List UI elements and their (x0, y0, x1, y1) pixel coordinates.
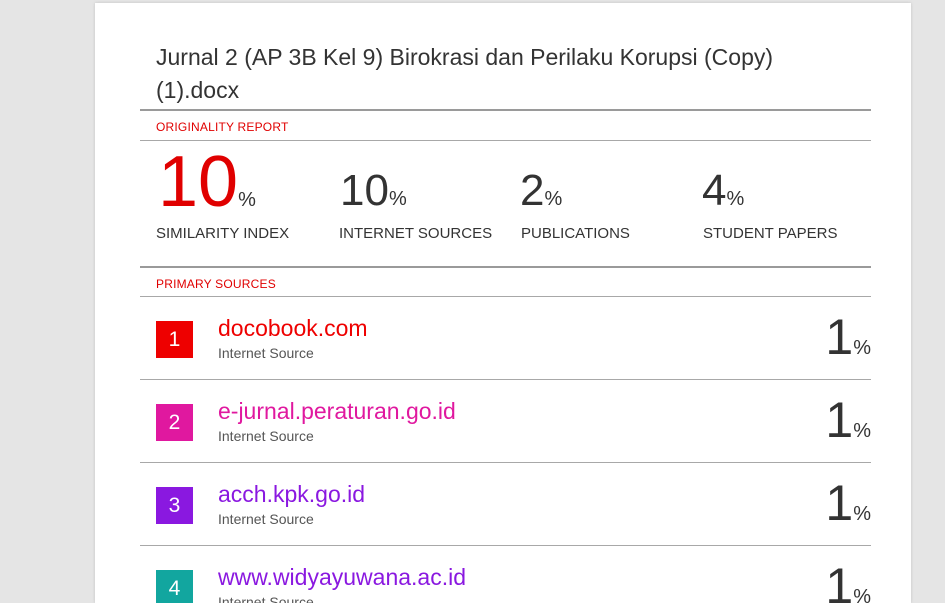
source-type: Internet Source (218, 345, 314, 361)
source-rank-badge: 1 (156, 321, 193, 358)
source-row[interactable]: 2 e-jurnal.peraturan.go.id Internet Sour… (140, 380, 871, 462)
source-type: Internet Source (218, 594, 314, 603)
publications-label: PUBLICATIONS (521, 225, 630, 242)
document-title-line-1: Jurnal 2 (AP 3B Kel 9) Birokrasi dan Per… (156, 44, 774, 70)
source-domain-link[interactable]: docobook.com (218, 314, 368, 342)
source-percent-value: 1 (825, 392, 854, 448)
document-title-line-2: (1).docx (156, 77, 240, 103)
source-percent-unit: % (853, 503, 871, 525)
internet-sources-label: INTERNET SOURCES (339, 225, 493, 242)
source-row[interactable]: 4 www.widyayuwana.ac.id Internet Source … (140, 546, 871, 603)
student-papers-stat: 4% (702, 166, 744, 216)
document-title: Jurnal 2 (AP 3B Kel 9) Birokrasi dan Per… (156, 41, 856, 107)
source-domain-link[interactable]: e-jurnal.peraturan.go.id (218, 397, 456, 425)
source-percent: 1% (825, 558, 871, 603)
source-percent-value: 1 (825, 475, 854, 531)
source-percent-value: 1 (825, 309, 854, 365)
source-percent: 1% (825, 309, 871, 365)
source-row[interactable]: 3 acch.kpk.go.id Internet Source 1% (140, 463, 871, 545)
originality-divider (140, 140, 871, 141)
stats-divider (140, 266, 871, 268)
source-percent-unit: % (853, 337, 871, 359)
report-page: Jurnal 2 (AP 3B Kel 9) Birokrasi dan Per… (95, 3, 911, 603)
student-papers-value: 4 (702, 166, 727, 215)
internet-sources-value: 10 (340, 166, 389, 215)
source-row[interactable]: 1 docobook.com Internet Source 1% (140, 297, 871, 379)
title-divider (140, 109, 871, 111)
student-papers-label: STUDENT PAPERS (703, 225, 838, 242)
source-domain-link[interactable]: acch.kpk.go.id (218, 480, 365, 508)
source-rank-badge: 4 (156, 570, 193, 603)
similarity-index-value: 10 (158, 142, 239, 222)
source-type: Internet Source (218, 511, 314, 527)
originality-report-label: ORIGINALITY REPORT (156, 120, 289, 134)
source-rank-badge: 3 (156, 487, 193, 524)
student-papers-unit: % (726, 188, 745, 210)
source-rank-badge: 2 (156, 404, 193, 441)
primary-sources-label: PRIMARY SOURCES (156, 277, 276, 291)
publications-unit: % (544, 188, 563, 210)
internet-sources-stat: 10% (340, 166, 407, 216)
similarity-index-unit: % (238, 189, 256, 211)
source-domain-link[interactable]: www.widyayuwana.ac.id (218, 563, 466, 591)
similarity-index-label: SIMILARITY INDEX (156, 225, 290, 242)
internet-sources-unit: % (388, 188, 407, 210)
source-percent: 1% (825, 475, 871, 531)
source-percent-unit: % (853, 586, 871, 603)
publications-stat: 2% (520, 166, 562, 216)
publications-value: 2 (520, 166, 545, 215)
source-percent-value: 1 (825, 558, 854, 603)
source-type: Internet Source (218, 428, 314, 444)
source-percent-unit: % (853, 420, 871, 442)
similarity-index-stat: 10% (158, 146, 256, 218)
source-percent: 1% (825, 392, 871, 448)
